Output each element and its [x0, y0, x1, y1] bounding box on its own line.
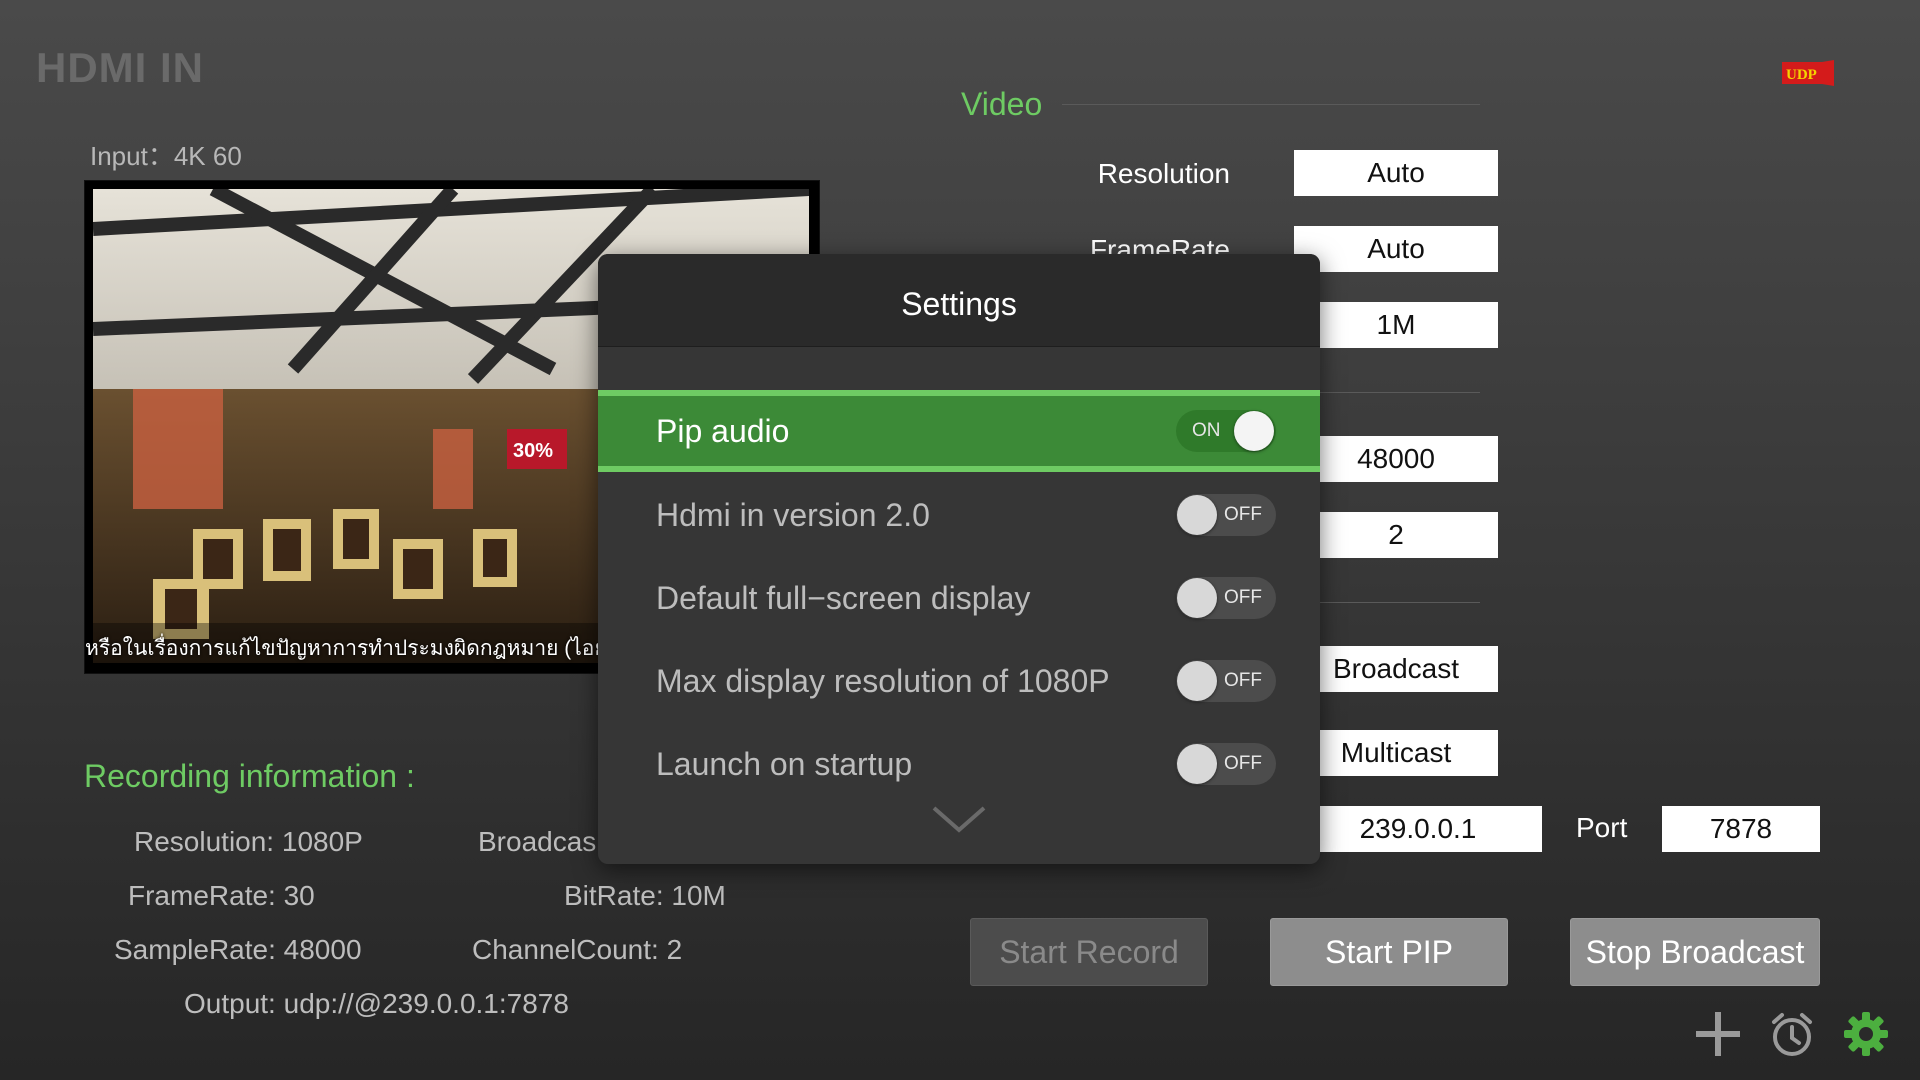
rec-resolution-value: 1080P: [281, 826, 363, 857]
toggle-knob: [1177, 661, 1217, 701]
recording-info-title: Recording information :: [84, 758, 415, 794]
resolution-label: Resolution: [1097, 158, 1230, 189]
samplerate-value[interactable]: 48000: [1294, 436, 1498, 482]
resolution-value[interactable]: Auto: [1294, 150, 1498, 196]
rec-channelcount-value: 2: [666, 934, 683, 965]
rec-bitrate-key: BitRate:: [564, 880, 664, 911]
rec-samplerate-value: 48000: [283, 934, 362, 965]
ip-address-field[interactable]: 239.0.0.1: [1294, 806, 1542, 852]
udp-badge-text: UDP: [1786, 67, 1817, 83]
setting-label: Default full−screen display: [656, 580, 1031, 616]
setting-hdmi-version[interactable]: Hdmi in version 2.0 OFF: [598, 474, 1320, 556]
pip-audio-toggle[interactable]: ON: [1176, 410, 1276, 452]
setting-fullscreen-default[interactable]: Default full−screen display OFF: [598, 557, 1320, 639]
setting-pip-audio[interactable]: Pip audio ON: [598, 390, 1320, 472]
rec-framerate-key: FrameRate:: [128, 880, 276, 911]
section-video-title: Video: [961, 86, 1043, 122]
cast-type-value[interactable]: Multicast: [1294, 730, 1498, 776]
setting-label: Hdmi in version 2.0: [656, 497, 930, 533]
rec-output: Output: udp://@239.0.0.1:7878: [184, 988, 569, 1020]
input-label: Input：4K 60: [90, 141, 242, 171]
toggle-state: OFF: [1224, 753, 1262, 774]
rec-broadcast: Broadcas: [478, 826, 596, 858]
mode-value[interactable]: Broadcast: [1294, 646, 1498, 692]
chevron-down-icon[interactable]: [930, 804, 988, 834]
settings-modal: Settings Pip audio ON Hdmi in version 2.…: [598, 254, 1320, 864]
start-record-button[interactable]: Start Record: [970, 918, 1208, 986]
rec-broadcast-key: Broadcas: [478, 826, 597, 857]
rec-framerate: FrameRate: 30: [128, 880, 315, 912]
toggle-state: OFF: [1224, 670, 1262, 691]
rec-output-key: Output:: [184, 988, 276, 1019]
rec-output-value: udp://@239.0.0.1:7878: [283, 988, 569, 1019]
udp-badge: UDP: [1782, 60, 1834, 86]
channelcount-value[interactable]: 2: [1294, 512, 1498, 558]
toggle-knob: [1234, 411, 1274, 451]
bitrate-value[interactable]: 1M: [1294, 302, 1498, 348]
fullscreen-default-toggle[interactable]: OFF: [1176, 577, 1276, 619]
rec-bitrate-value: 10M: [671, 880, 726, 911]
rec-channelcount-key: ChannelCount:: [472, 934, 659, 965]
rec-resolution-key: Resolution:: [134, 826, 275, 857]
toggle-knob: [1177, 578, 1217, 618]
gear-icon[interactable]: [1842, 1010, 1890, 1058]
rec-resolution: Resolution: 1080P: [134, 826, 363, 858]
port-label: Port: [1576, 812, 1628, 843]
settings-modal-title: Settings: [901, 286, 1017, 322]
toggle-knob: [1177, 744, 1217, 784]
setting-label: Pip audio: [656, 413, 790, 449]
setting-launch-startup[interactable]: Launch on startup OFF: [598, 723, 1320, 805]
setting-max-1080p[interactable]: Max display resolution of 1080P OFF: [598, 640, 1320, 722]
rec-samplerate: SampleRate: 48000: [114, 934, 362, 966]
rec-samplerate-key: SampleRate:: [114, 934, 276, 965]
svg-text:30%: 30%: [513, 440, 553, 462]
alarm-clock-icon[interactable]: [1768, 1010, 1816, 1058]
rec-bitrate: BitRate: 10M: [564, 880, 726, 912]
max-1080p-toggle[interactable]: OFF: [1176, 660, 1276, 702]
section-divider: [1062, 104, 1480, 105]
rec-framerate-value: 30: [283, 880, 315, 911]
setting-label: Max display resolution of 1080P: [656, 663, 1110, 699]
launch-startup-toggle[interactable]: OFF: [1176, 743, 1276, 785]
framerate-value[interactable]: Auto: [1294, 226, 1498, 272]
section-divider: [1320, 392, 1480, 393]
settings-modal-header: Settings: [598, 254, 1320, 347]
start-pip-button[interactable]: Start PIP: [1270, 918, 1508, 986]
stop-broadcast-button[interactable]: Stop Broadcast: [1570, 918, 1820, 986]
toggle-state: OFF: [1224, 504, 1262, 525]
toggle-state: ON: [1192, 420, 1221, 441]
port-field[interactable]: 7878: [1662, 806, 1820, 852]
toggle-state: OFF: [1224, 587, 1262, 608]
app-title: HDMI IN: [36, 44, 204, 91]
plus-icon[interactable]: [1694, 1010, 1742, 1058]
hdmi-version-toggle[interactable]: OFF: [1176, 494, 1276, 536]
setting-label: Launch on startup: [656, 746, 913, 782]
rec-channelcount: ChannelCount: 2: [472, 934, 682, 966]
toggle-knob: [1177, 495, 1217, 535]
section-divider: [1320, 602, 1480, 603]
